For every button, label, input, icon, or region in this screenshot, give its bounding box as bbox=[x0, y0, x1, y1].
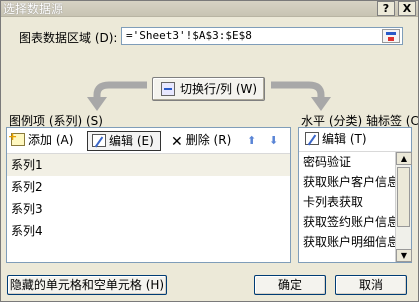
axis-toolbar: 编辑 (T) bbox=[299, 128, 411, 152]
scroll-up-icon[interactable]: ▲ bbox=[396, 152, 412, 165]
axis-list-scrollbar[interactable]: ▲ ▼ bbox=[395, 152, 412, 262]
help-button[interactable]: ? bbox=[377, 1, 395, 16]
switch-row-column-button[interactable]: 切换行/列 (W) bbox=[152, 77, 265, 101]
axis-label-item[interactable]: 卡列表获取 bbox=[299, 192, 395, 212]
switch-row-column-label: 切换行/列 (W) bbox=[180, 82, 258, 96]
axis-label-item[interactable]: 获取账户明细信息 bbox=[299, 232, 395, 252]
axis-label-item[interactable]: 密码验证 bbox=[299, 152, 395, 172]
move-down-icon[interactable]: ⬇ bbox=[269, 134, 278, 147]
legend-toolbar: 添加 (A) 编辑 (E) ✕删除 (R) ⬆ ⬇ bbox=[7, 128, 290, 154]
close-button[interactable]: X bbox=[398, 1, 416, 16]
switch-row-column-icon bbox=[161, 82, 175, 96]
series-list-item[interactable]: 系列2 bbox=[7, 176, 290, 198]
axis-labels-panel: 编辑 (T) 密码验证 获取账户客户信息 卡列表获取 获取签约账户信息 获取账户… bbox=[298, 127, 412, 263]
dialog-title: 选择数据源 bbox=[3, 2, 64, 16]
edit-series-button[interactable]: 编辑 (E) bbox=[87, 131, 161, 151]
series-list-item[interactable]: 系列4 bbox=[7, 220, 290, 242]
delete-x-icon: ✕ bbox=[171, 134, 183, 150]
add-series-button[interactable]: 添加 (A) bbox=[8, 128, 74, 151]
axis-label-item[interactable]: 获取签约账户信息 bbox=[299, 212, 395, 232]
delete-series-label: 删除 (R) bbox=[185, 133, 232, 147]
edit-series-label: 编辑 (E) bbox=[109, 134, 154, 148]
axis-label-list: 密码验证 获取账户客户信息 卡列表获取 获取签约账户信息 获取账户明细信息 bbox=[299, 152, 395, 252]
move-up-icon[interactable]: ⬆ bbox=[247, 134, 256, 147]
select-data-source-dialog: 选择数据源 ? X 图表数据区域 (D): ='Sheet3'!$A$3:$E$… bbox=[0, 0, 419, 302]
add-icon bbox=[8, 128, 25, 146]
collapse-dialog-icon[interactable] bbox=[382, 29, 400, 43]
series-list: 系列1 系列2 系列3 系列4 bbox=[7, 154, 290, 242]
edit-icon bbox=[305, 132, 319, 145]
chart-data-range-label: 图表数据区域 (D): bbox=[19, 31, 118, 45]
edit-icon bbox=[92, 134, 106, 147]
title-bar: 选择数据源 ? X bbox=[1, 1, 418, 17]
edit-axis-labels-label: 编辑 (T) bbox=[322, 132, 367, 146]
legend-entries-panel: 添加 (A) 编辑 (E) ✕删除 (R) ⬆ ⬇ 系列1 系列2 系列3 系列… bbox=[6, 127, 291, 263]
edit-axis-labels-button[interactable]: 编辑 (T) bbox=[305, 130, 367, 150]
add-series-label: 添加 (A) bbox=[28, 133, 74, 147]
series-list-item[interactable]: 系列3 bbox=[7, 198, 290, 220]
right-curved-arrow-icon bbox=[271, 81, 331, 111]
cancel-button[interactable]: 取消 bbox=[335, 275, 407, 295]
ok-button[interactable]: 确定 bbox=[254, 275, 326, 295]
scroll-thumb[interactable] bbox=[397, 167, 410, 227]
left-curved-arrow-icon bbox=[87, 81, 147, 111]
scroll-down-icon[interactable]: ▼ bbox=[396, 249, 412, 262]
chart-data-range-input[interactable]: ='Sheet3'!$A$3:$E$8 bbox=[121, 27, 403, 45]
axis-label-item[interactable]: 获取账户客户信息 bbox=[299, 172, 395, 192]
delete-series-button[interactable]: ✕ 删除 (R) bbox=[171, 131, 231, 151]
series-list-item[interactable]: 系列1 bbox=[7, 154, 290, 176]
hidden-empty-cells-button[interactable]: 隐藏的单元格和空单元格 (H) bbox=[7, 275, 167, 295]
